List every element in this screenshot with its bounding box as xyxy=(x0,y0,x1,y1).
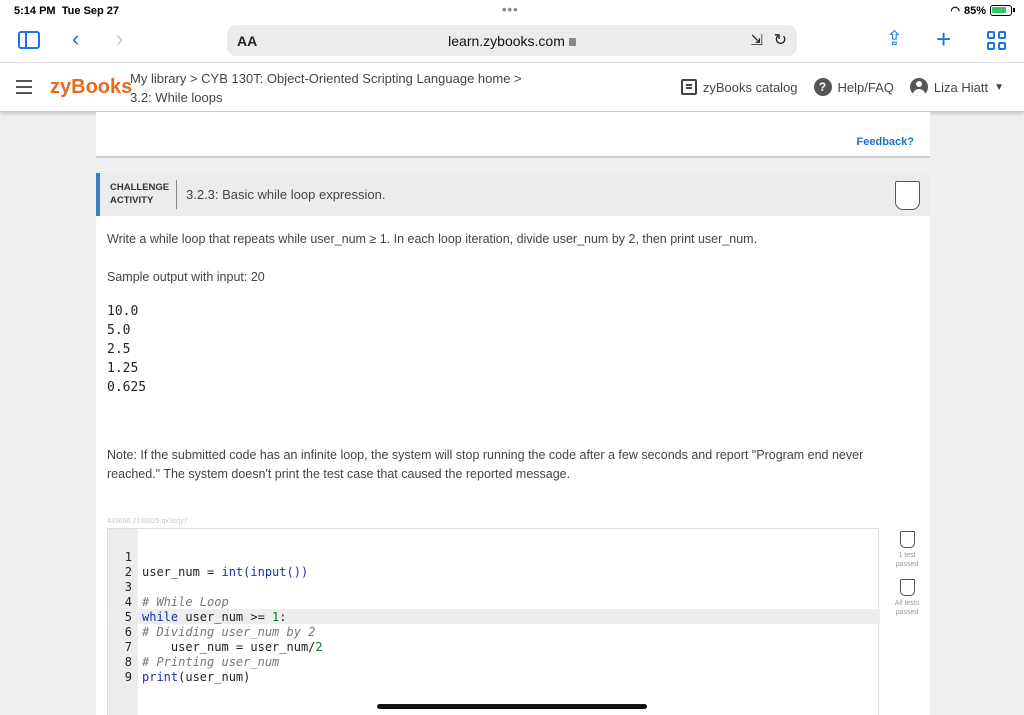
multitasking-dots-icon[interactable]: ••• xyxy=(502,2,519,17)
new-tab-icon[interactable]: + xyxy=(936,26,951,52)
sample-output-label: Sample output with input: 20 xyxy=(107,270,265,284)
user-menu[interactable]: Liza Hiatt ▼ xyxy=(909,78,1004,96)
forward-icon[interactable]: › xyxy=(116,28,123,50)
header-divider xyxy=(176,180,177,209)
code-line[interactable]: 1 user_num = int(input()) xyxy=(108,535,308,579)
test-status-label: All tests passed xyxy=(894,600,920,616)
feedback-link[interactable]: Feedback? xyxy=(857,136,914,148)
catalog-link[interactable]: zyBooks catalog xyxy=(680,79,798,95)
address-bar[interactable]: AA learn.zybooks.com ⇲ ↻ xyxy=(227,25,797,56)
share-icon[interactable]: ⇪ xyxy=(886,29,903,49)
previous-activity-card: Feedback? xyxy=(96,112,930,158)
user-avatar-icon xyxy=(909,78,928,96)
code-id: 433686.2138825.qx3zqy7 xyxy=(107,518,188,525)
reload-icon[interactable]: ↻ xyxy=(774,30,787,50)
status-time: 5:14 PM Tue Sep 27 xyxy=(14,5,119,17)
header-actions: zyBooks catalog ? Help/FAQ Liza Hiatt ▼ xyxy=(680,78,1004,96)
status-right: ◠ 85% xyxy=(950,4,1015,17)
catalog-label: zyBooks catalog xyxy=(702,79,798,95)
challenge-title: 3.2.3: Basic while loop expression. xyxy=(186,187,386,202)
tab-overview-icon[interactable] xyxy=(987,31,1006,50)
challenge-activity-label: CHALLENGE ACTIVITY xyxy=(110,182,170,206)
browser-toolbar: ‹ › AA learn.zybooks.com ⇲ ↻ ⇪ + xyxy=(0,22,1024,62)
code-line[interactable]: 5 # Dividing user_num by 2 xyxy=(108,595,316,639)
challenge-prompt: Write a while loop that repeats while us… xyxy=(107,232,758,246)
wifi-icon: ◠ xyxy=(950,5,960,17)
help-link[interactable]: ? Help/FAQ xyxy=(813,78,894,96)
battery-percent: 85% xyxy=(963,4,986,17)
caret-down-icon: ▼ xyxy=(994,81,1004,93)
challenge-activity: CHALLENGE ACTIVITY 3.2.3: Basic while lo… xyxy=(96,173,930,715)
home-indicator[interactable] xyxy=(377,704,647,709)
test-status-column: 1 test passed All tests passed xyxy=(892,528,922,617)
code-line[interactable]: 7 # Printing user_num xyxy=(108,625,280,669)
help-label: Help/FAQ xyxy=(837,79,894,95)
status-bar: 5:14 PM Tue Sep 27 ••• ◠ 85% xyxy=(0,0,1024,22)
code-line[interactable]: 8 print(user_num) xyxy=(108,640,251,684)
catalog-icon xyxy=(680,79,697,95)
zybooks-logo[interactable]: zyBooks xyxy=(50,76,132,99)
sample-output: 10.0 5.0 2.5 1.25 0.625 xyxy=(107,304,147,395)
challenge-header: CHALLENGE ACTIVITY 3.2.3: Basic while lo… xyxy=(96,173,930,216)
code-editor[interactable]: 1 user_num = int(input()) 2 3 # While Lo… xyxy=(107,528,880,715)
code-line[interactable]: 6 user_num = user_num/2 xyxy=(108,610,323,654)
test-status-label: 1 test passed xyxy=(895,552,919,568)
url-text[interactable]: learn.zybooks.com xyxy=(227,33,797,49)
code-line[interactable]: 2 xyxy=(108,550,151,579)
code-line[interactable]: 3 # While Loop xyxy=(108,565,229,609)
battery-icon xyxy=(990,5,1015,16)
menu-icon[interactable] xyxy=(16,80,32,94)
breadcrumb: My library > CYB 130T: Object-Oriented S… xyxy=(130,69,522,107)
code-line[interactable]: 4 while user_num >= 1: xyxy=(108,580,287,624)
completion-badge-icon xyxy=(895,181,920,210)
sidebar-toggle-icon[interactable] xyxy=(18,31,40,49)
breadcrumb-section[interactable]: 3.2: While loops xyxy=(130,88,522,107)
code-line[interactable]: 9 xyxy=(108,655,151,684)
test-badge-icon xyxy=(899,579,915,596)
extension-icon[interactable]: ⇲ xyxy=(750,31,763,49)
lock-icon xyxy=(568,38,576,46)
test-badge-icon xyxy=(899,531,915,548)
infinite-loop-note: Note: If the submitted code has an infin… xyxy=(107,448,864,481)
back-icon[interactable]: ‹ xyxy=(72,28,79,50)
user-name: Liza Hiatt xyxy=(933,79,989,95)
breadcrumb-path[interactable]: My library > CYB 130T: Object-Oriented S… xyxy=(130,69,522,88)
zybooks-header: zyBooks My library > CYB 130T: Object-Or… xyxy=(0,62,1024,112)
help-icon: ? xyxy=(813,78,832,96)
